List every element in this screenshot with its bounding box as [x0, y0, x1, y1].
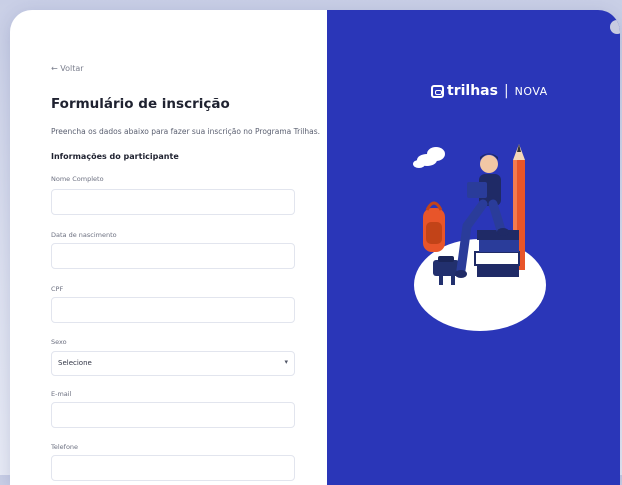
brand-logo: trilhas | NOVA: [431, 83, 548, 99]
birth-date-field[interactable]: [51, 243, 295, 269]
phone-label: Telefone: [51, 443, 79, 451]
backpack-icon: [423, 201, 445, 252]
email-label: E-mail: [51, 390, 72, 398]
cloud-icon: [413, 147, 445, 168]
sex-label: Sexo: [51, 338, 67, 346]
birth-label: Data de nascimento: [51, 231, 117, 239]
partner-logo: NOVA: [514, 84, 548, 98]
cpf-label: CPF: [51, 285, 64, 293]
chevron-down-icon: ▾: [284, 358, 288, 366]
student-illustration: [413, 144, 546, 331]
trilhas-logo-icon: [431, 84, 444, 98]
app-window: ← Voltar Formulário de inscrição Preench…: [10, 10, 620, 485]
books-icon: [474, 230, 520, 277]
page-title: Formulário de inscrição: [51, 96, 230, 112]
logo-separator: |: [503, 83, 509, 99]
logo-text: trilhas: [447, 83, 498, 99]
sex-select[interactable]: Selecione ▾: [51, 351, 295, 376]
back-link[interactable]: ← Voltar: [51, 64, 84, 73]
form-description: Preencha os dados abaixo para fazer sua …: [51, 127, 321, 136]
decorative-circle: [610, 20, 620, 34]
cpf-field[interactable]: [51, 297, 295, 323]
phone-field[interactable]: [51, 455, 295, 481]
name-label: Nome Completo: [51, 175, 104, 183]
brand-panel: trilhas | NOVA: [327, 10, 620, 485]
section-title: Informações do participante: [51, 152, 179, 161]
email-field[interactable]: [51, 402, 295, 428]
form-panel: ← Voltar Formulário de inscrição Preench…: [10, 10, 327, 485]
name-field[interactable]: [51, 189, 295, 215]
sex-select-value: Selecione: [58, 359, 92, 367]
